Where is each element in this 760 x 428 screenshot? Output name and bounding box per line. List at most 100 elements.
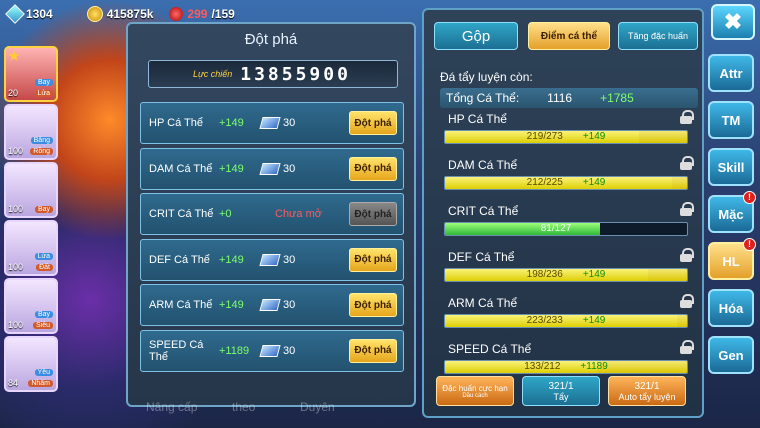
stat-bar: 223/233 +149 [444,314,688,328]
stat-name: SPEED Cá Thể [448,342,532,356]
breakthrough-row: CRIT Cá Thể +0 Chưa mở Đột phá [140,193,404,235]
row-cost: 30 [283,117,296,129]
tab-individual-points[interactable]: Điểm cá thể [528,22,610,50]
stat-bonus: +149 [582,269,606,280]
wash-count: 321/1 [548,380,574,392]
lock-icon[interactable] [680,294,694,308]
bottom-tab-bond[interactable]: Duyên [300,400,335,414]
stone-icon [259,162,281,175]
gem-counter: 1304 [5,4,53,24]
stat-values: 212/225 +149 [445,177,687,189]
panel-title: Đột phá [244,31,298,48]
training-panel: Gộp Điểm cá thể Tăng đặc huấn Đá tẩy luy… [422,8,704,418]
stat-current: 223/233 [526,315,563,326]
row-bonus: +149 [219,253,244,266]
combat-power: Lực chiến 13855900 [148,60,398,88]
stat-row: DEF Cá Thể 198/236 +149 [440,248,702,294]
bottom-tab-follow[interactable]: theo [232,400,255,414]
stat-list: HP Cá Thể 219/273 +149 DAM Cá Thể 212/225 +14… [440,110,702,386]
stamina-max: /159 [211,7,235,21]
gold-counter: 415875k [86,6,153,22]
stat-row: HP Cá Thể 219/273 +149 [440,110,702,156]
stat-bar: 198/236 +149 [444,268,688,282]
side-button-tm[interactable]: TM [708,101,754,139]
party-slot[interactable]: Yêu Nhãm 84 [4,336,58,392]
row-name: DEF Cá Thể [149,253,210,266]
stat-name: DAM Cá Thể [448,158,518,172]
close-button[interactable]: ✖ [711,4,755,40]
pet-level: 100 [8,320,24,330]
type-tag: Bay [34,79,53,86]
breakthrough-row: DEF Cá Thể +149 30 Đột phá [140,238,404,281]
party-slot[interactable]: Lửa Đất 100 [4,220,58,276]
stat-name: ARM Cá Thể [448,296,518,310]
breakthrough-button[interactable]: Đột phá [349,338,397,363]
side-button-hóa[interactable]: Hóa [708,289,754,327]
breakthrough-button[interactable]: Đột phá [349,293,397,317]
side-button-attr[interactable]: Attr [708,54,754,92]
side-button-label: Gen [718,347,744,363]
lock-icon[interactable] [680,248,694,262]
wash-button[interactable]: 321/1 Tẩy [522,376,600,406]
total-bonus: +1785 [600,91,634,105]
stat-current: 212/225 [526,177,563,188]
type-tag: Rồng [30,148,53,155]
row-name: DAM Cá Thể [149,162,213,175]
party-slot[interactable]: Bay Siêu 100 [4,278,58,334]
breakthrough-button-disabled: Đột phá [349,202,397,226]
row-bonus: +149 [219,162,244,175]
stat-values: 81/127 [445,223,687,235]
side-button-mặc[interactable]: Mặc! [708,191,756,233]
row-bonus: +149 [219,299,244,311]
type-tag: Lửa [34,90,53,97]
lock-icon[interactable] [680,340,694,354]
breakthrough-row: ARM Cá Thể +149 30 Đột phá [140,284,404,326]
tab-special-training[interactable]: Tăng đặc huấn [618,22,698,50]
stat-current: 219/273 [526,131,563,142]
stat-values: 223/233 +149 [445,315,687,327]
breakthrough-row: DAM Cá Thể +149 30 Đột phá [140,147,404,190]
side-button-label: HL [722,253,740,269]
stat-name: DEF Cá Thể [448,250,515,264]
bottom-tab-upgrade[interactable]: Nâng cấp [146,400,197,414]
auto-wash-button[interactable]: 321/1 Auto tẩy luyện [608,376,686,406]
side-menu: ✖ Attr TM Skill Mặc! HL! Hóa Gen [708,4,758,383]
action-buttons: Đặc huấn cực hạn Dầu cách 321/1 Tẩy 321/… [436,376,696,406]
total-value: 1116 [547,91,573,105]
stat-row: DAM Cá Thể 212/225 +149 [440,156,702,202]
breakthrough-button[interactable]: Đột phá [349,247,397,272]
apple-icon [169,7,184,21]
side-button-gen[interactable]: Gen [708,336,754,374]
stat-row: CRIT Cá Thể 81/127 [440,202,702,248]
stat-values: 219/273 +149 [445,131,687,143]
side-button-skill[interactable]: Skill [708,148,754,186]
stat-bonus: +149 [582,177,606,188]
stat-bonus: +149 [582,131,606,142]
lock-icon[interactable] [680,156,694,170]
party-slot[interactable]: Bay 100 [4,162,58,218]
auto-wash-count: 321/1 [634,380,660,392]
stat-bar: 81/127 [444,222,688,236]
breakthrough-button[interactable]: Đột phá [349,156,397,181]
party-slot[interactable]: Bay Lửa 20 [4,46,58,102]
breakthrough-button[interactable]: Đột phá [349,111,397,135]
row-bonus: +149 [219,117,244,129]
side-button-hl[interactable]: HL! [708,238,756,280]
alert-badge: ! [743,191,756,204]
stat-bar: 219/273 +149 [444,130,688,144]
type-tag: Băng [30,137,53,144]
party-slot[interactable]: Băng Rồng 100 [4,104,58,160]
tab-merge[interactable]: Gộp [434,22,518,50]
stat-current: 81/127 [540,223,572,234]
row-cost: 30 [283,299,296,311]
lock-icon[interactable] [680,202,694,216]
coin-icon [86,6,103,22]
type-tag: Lửa [34,253,53,260]
extreme-training-button[interactable]: Đặc huấn cực hạn Dầu cách [436,376,514,406]
breakthrough-panel: Đột phá Lực chiến 13855900 HP Cá Thể +14… [126,22,416,407]
stat-bar: 133/212 +1189 [444,360,688,374]
stat-bonus: +149 [582,315,606,326]
lock-icon[interactable] [680,110,694,124]
extreme-training-label: Đặc huấn cực hạn [442,383,508,393]
type-tag: Nhãm [28,380,53,387]
